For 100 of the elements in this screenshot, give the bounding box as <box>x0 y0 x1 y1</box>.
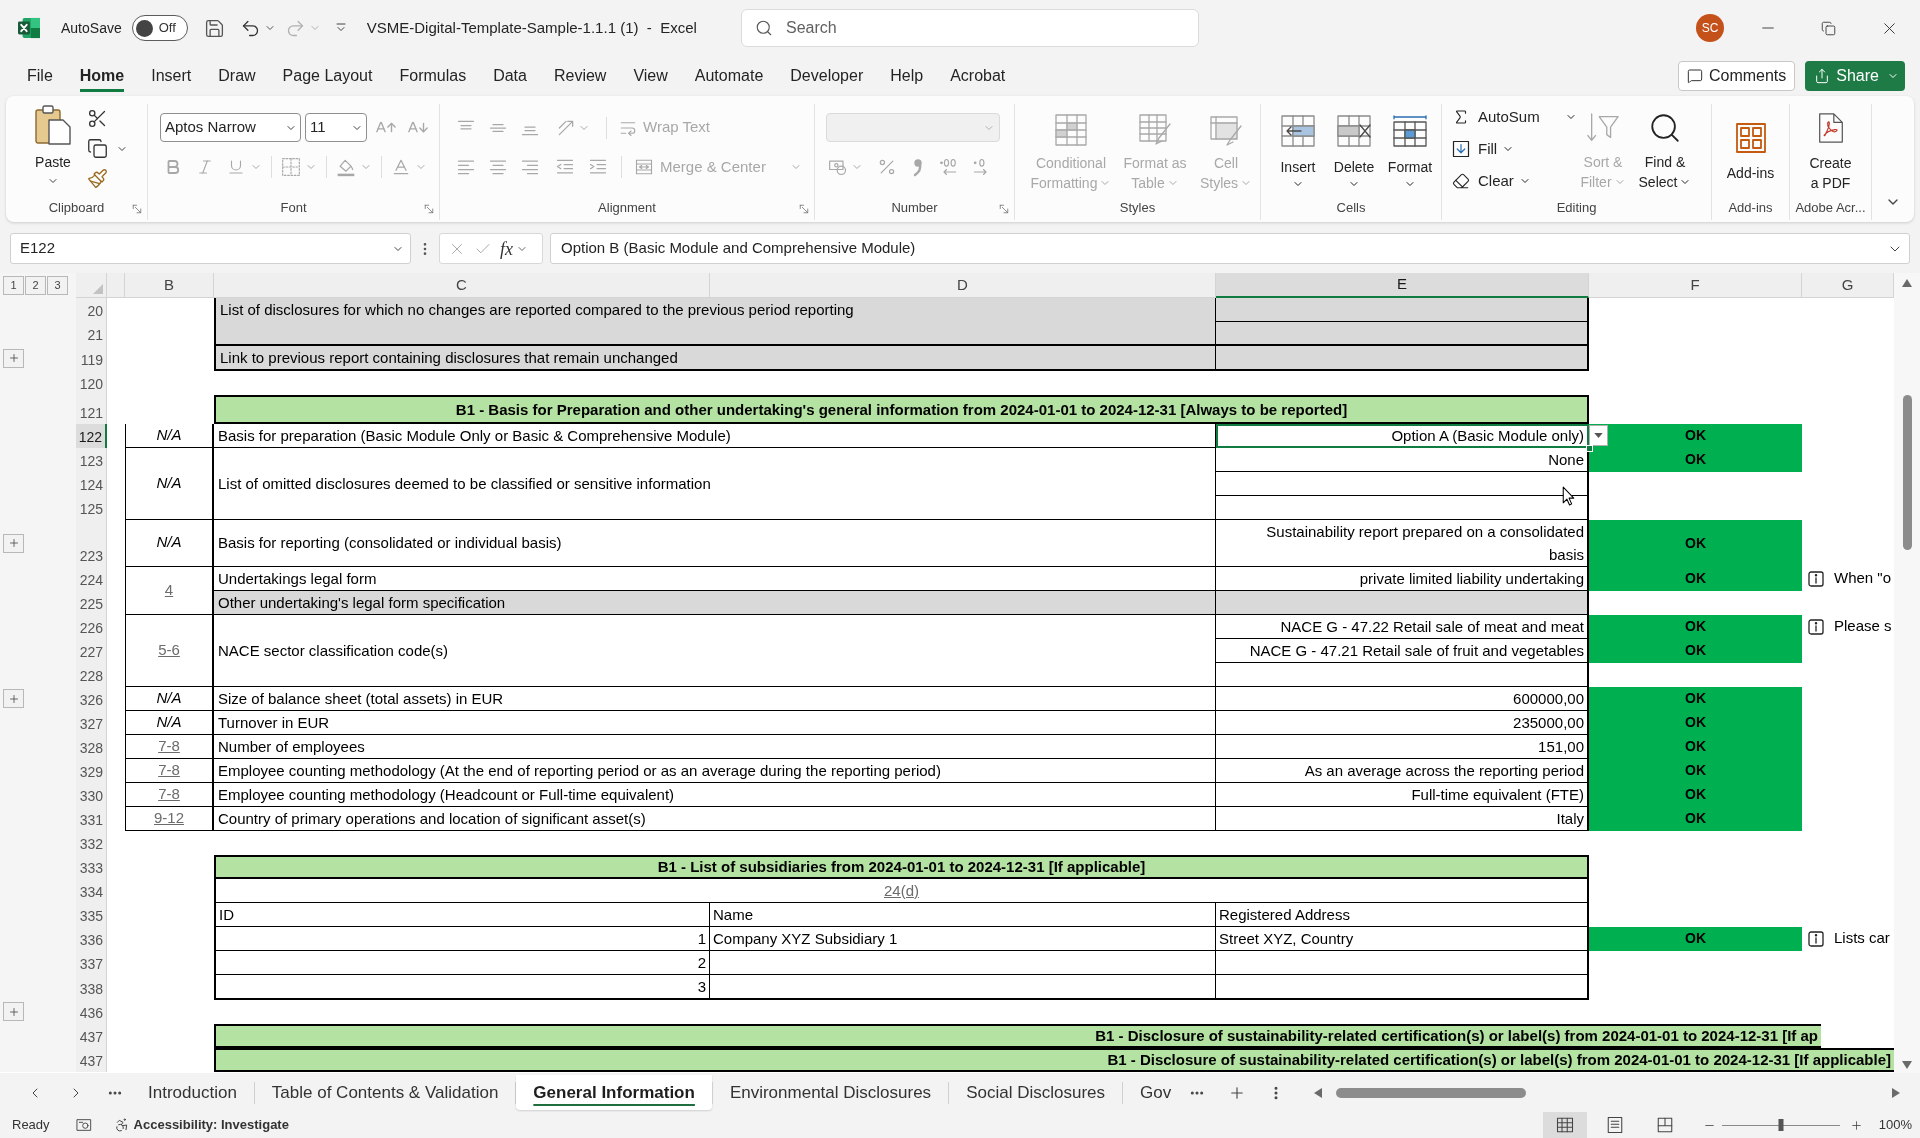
menu-tab[interactable]: Review <box>553 60 607 92</box>
menu-tab[interactable]: Draw <box>218 60 256 92</box>
customize-toolbar-icon[interactable] <box>334 22 347 34</box>
info-icon[interactable] <box>1808 570 1824 587</box>
menu-tab[interactable]: Data <box>493 60 527 92</box>
row-number[interactable]: 225 <box>76 590 107 615</box>
dialog-launcher-icon[interactable] <box>799 204 809 214</box>
scroll-down-icon[interactable] <box>1902 1061 1912 1069</box>
autosave-toggle[interactable]: Off <box>131 15 188 41</box>
row-number[interactable]: 123 <box>76 447 107 472</box>
cells-button[interactable]: Insert <box>1271 108 1325 196</box>
info-icon[interactable] <box>1808 930 1824 947</box>
row-number[interactable]: 21 <box>76 321 107 346</box>
sheet-tab[interactable]: Introduction <box>131 1075 254 1110</box>
menu-tab[interactable]: Automate <box>694 60 764 92</box>
dialog-launcher-icon[interactable] <box>132 204 142 214</box>
font-size-field[interactable]: 11 <box>305 113 367 142</box>
share-icon[interactable] <box>1814 68 1831 84</box>
plus-icon[interactable] <box>7 692 20 705</box>
select-all-icon[interactable] <box>93 283 103 294</box>
menu-tab[interactable]: Insert <box>151 60 192 92</box>
plus-icon[interactable] <box>7 1005 20 1018</box>
reference-link[interactable]: 9-12 <box>154 806 184 830</box>
info-icon[interactable] <box>1808 618 1824 635</box>
reference-link[interactable]: 7-8 <box>158 734 180 758</box>
comments-button[interactable]: Comments <box>1677 61 1796 91</box>
row-number[interactable]: 330 <box>76 782 107 807</box>
restore-icon[interactable] <box>1821 20 1836 36</box>
select-all-button[interactable] <box>76 273 107 298</box>
copy-icon[interactable] <box>87 138 108 159</box>
accessibility-status[interactable]: Accessibility: Investigate <box>133 1115 289 1135</box>
row-number[interactable]: 121 <box>76 394 107 424</box>
row-number[interactable]: 125 <box>76 495 107 520</box>
row-number[interactable]: 119 <box>76 345 107 371</box>
macro-recorder-icon[interactable] <box>75 1117 92 1133</box>
row-number[interactable]: 122 <box>76 423 107 448</box>
sheet-tab[interactable]: General Information <box>516 1075 712 1110</box>
share-button[interactable]: Share <box>1805 61 1905 91</box>
empty-cell[interactable] <box>1216 662 1589 687</box>
dropdown-button[interactable] <box>1589 424 1608 446</box>
row-number[interactable]: 334 <box>76 878 107 903</box>
row-number[interactable]: 224 <box>76 566 107 591</box>
menu-tab[interactable]: Developer <box>790 60 864 92</box>
expand-group-button[interactable] <box>3 689 24 708</box>
row-number[interactable]: 329 <box>76 758 107 783</box>
menu-tab[interactable]: View <box>633 60 668 92</box>
search-icon[interactable] <box>755 19 773 37</box>
horizontal-scrollbar-thumb[interactable] <box>1336 1087 1527 1098</box>
formula-input[interactable]: Option B (Basic Module and Comprehensive Module) <box>550 233 1910 264</box>
reference-link[interactable]: 7-8 <box>158 782 180 806</box>
row-number[interactable]: 437 <box>76 1023 107 1048</box>
row-number[interactable]: 328 <box>76 734 107 759</box>
row-number[interactable]: 437 <box>76 1047 107 1072</box>
editing-button[interactable]: Clear <box>1452 168 1575 194</box>
view-mode-button[interactable] <box>1542 1112 1587 1138</box>
column-header[interactable]: D <box>710 273 1216 298</box>
row-number[interactable]: 326 <box>76 686 107 711</box>
row-number[interactable]: 338 <box>76 974 107 1000</box>
row-number[interactable]: 336 <box>76 926 107 951</box>
row-number[interactable]: 331 <box>76 806 107 831</box>
menu-tab[interactable]: Home <box>79 60 125 92</box>
column-header[interactable]: F <box>1589 273 1802 298</box>
vertical-scrollbar-thumb[interactable] <box>1902 395 1912 550</box>
editing-button[interactable]: AutoSum <box>1452 104 1577 130</box>
insert-function-button[interactable]: fx <box>500 238 513 259</box>
empty-cell[interactable] <box>1216 297 1589 322</box>
font-name-field[interactable]: Aptos Narrow <box>160 113 301 142</box>
empty-cell[interactable] <box>1216 321 1589 346</box>
format-painter-icon[interactable] <box>87 168 108 189</box>
row-number[interactable]: 223 <box>76 519 107 567</box>
sheet-tab[interactable]: Table of Contents & Validation <box>254 1075 516 1110</box>
row-number[interactable]: 20 <box>76 297 107 322</box>
cells-button[interactable]: Format <box>1383 108 1437 196</box>
menu-tab[interactable]: File <box>27 60 53 92</box>
row-number[interactable]: 332 <box>76 830 107 855</box>
row-number[interactable]: 226 <box>76 614 107 639</box>
zoom-slider[interactable] <box>1721 1119 1840 1131</box>
row-number[interactable]: 227 <box>76 638 107 663</box>
eraser-icon[interactable] <box>1452 172 1470 190</box>
zoom-slider-thumb[interactable] <box>1778 1119 1784 1131</box>
row-number[interactable]: 327 <box>76 710 107 735</box>
row-number[interactable]: 228 <box>76 662 107 687</box>
cut-icon[interactable] <box>87 108 108 129</box>
reference-link[interactable]: 5-6 <box>158 638 180 662</box>
sheet-tab[interactable]: Gov <box>1123 1075 1174 1110</box>
column-header[interactable]: C <box>214 273 710 298</box>
caret-icon[interactable] <box>1594 432 1603 438</box>
column-header[interactable]: G <box>1802 273 1894 298</box>
menu-tab[interactable]: Help <box>890 60 924 92</box>
scroll-left-icon[interactable] <box>1314 1087 1323 1098</box>
paste-button[interactable]: Paste <box>25 104 81 196</box>
accessibility-icon[interactable] <box>113 1117 130 1133</box>
row-number[interactable]: 124 <box>76 471 107 496</box>
sheet-tab[interactable]: Environmental Disclosures <box>712 1075 949 1110</box>
row-number[interactable]: 337 <box>76 950 107 975</box>
user-avatar[interactable]: SC <box>1696 14 1724 42</box>
comment-icon[interactable] <box>1686 68 1703 84</box>
name-box[interactable]: E122 <box>10 233 411 264</box>
reference-link[interactable]: 7-8 <box>158 758 180 782</box>
scroll-right-icon[interactable] <box>1892 1087 1900 1098</box>
